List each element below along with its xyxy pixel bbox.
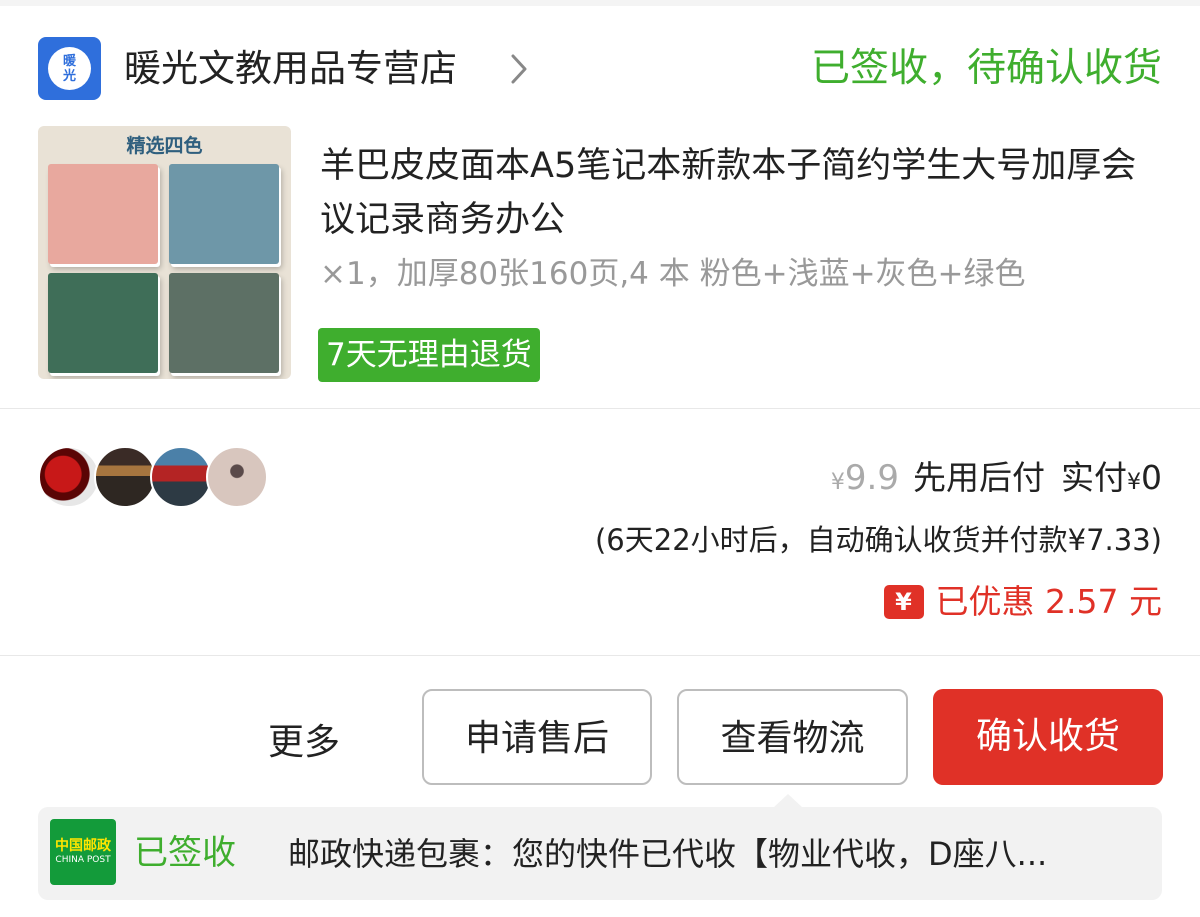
shop-logo-char-2: 光 xyxy=(62,68,76,84)
avatar-storefront xyxy=(150,446,212,508)
post-logo-en: CHINA POST xyxy=(55,855,111,865)
chevron-right-icon[interactable] xyxy=(505,52,533,86)
shop-logo-char-1: 暖 xyxy=(62,53,76,69)
discount-yen-icon: ¥ xyxy=(883,585,924,619)
price-line: ¥9.9 先用后付 实付¥0 xyxy=(831,456,1162,505)
china-post-logo: 中国邮政 CHINA POST xyxy=(50,819,116,885)
view-logistics-button[interactable]: 查看物流 xyxy=(677,689,908,785)
order-card: 暖 光 暖光文教用品专营店 已签收，待确认收货 精选四色 羊巴皮皮面本A5笔记本… xyxy=(0,6,1200,917)
shop-logo-text: 暖 光 xyxy=(48,47,91,90)
discount-text: 已优惠 2.57 元 xyxy=(935,582,1162,621)
logistics-status: 已签收 xyxy=(134,833,236,873)
product-image-banner: 精选四色 xyxy=(126,135,203,157)
notebook-pink xyxy=(48,164,158,264)
pay-later-label: 先用后付 xyxy=(913,458,1045,497)
avatar-portrait xyxy=(206,446,268,508)
notebook-green xyxy=(48,273,158,373)
auto-confirm-note: (6天22小时后，自动确认收货并付款¥7.33) xyxy=(594,523,1162,557)
currency-symbol: ¥ xyxy=(830,470,845,495)
order-status: 已签收，待确认收货 xyxy=(810,46,1162,91)
notebook-light-blue xyxy=(169,164,279,264)
more-button[interactable]: 更多 xyxy=(268,718,340,768)
paid-label: 实付 xyxy=(1061,458,1127,497)
return-policy-badge: 7天无理由退货 xyxy=(318,328,540,382)
product-image[interactable]: 精选四色 xyxy=(38,126,291,379)
shop-logo[interactable]: 暖 光 xyxy=(38,37,101,100)
product-title[interactable]: 羊巴皮皮面本A5笔记本新款本子简约学生大号加厚会议记录商务办公 xyxy=(320,139,1160,247)
after-sale-button[interactable]: 申请售后 xyxy=(422,689,652,785)
discount-line: ¥ 已优惠 2.57 元 xyxy=(883,580,1162,624)
original-price: 9.9 xyxy=(844,458,899,498)
avatar-red-gem xyxy=(38,446,100,508)
currency-symbol: ¥ xyxy=(1127,470,1141,495)
product-spec: ×1，加厚80张160页,4 本 粉色+浅蓝+灰色+绿色 xyxy=(320,256,1026,292)
shop-name[interactable]: 暖光文教用品专营店 xyxy=(124,45,457,93)
notebook-gray xyxy=(169,273,279,373)
confirm-receipt-button[interactable]: 确认收货 xyxy=(933,689,1163,785)
logistics-message: 邮政快递包裹：您的快件已代收【物业代收，D座八... xyxy=(288,835,1048,873)
logistics-pointer xyxy=(773,794,803,808)
divider xyxy=(0,408,1200,409)
avatar-street-sign xyxy=(94,446,156,508)
post-logo-cn: 中国邮政 xyxy=(55,838,111,854)
logistics-preview[interactable]: 中国邮政 CHINA POST 已签收 邮政快递包裹：您的快件已代收【物业代收，… xyxy=(38,807,1162,900)
paid-value: 0 xyxy=(1141,458,1162,497)
divider xyxy=(0,655,1200,656)
